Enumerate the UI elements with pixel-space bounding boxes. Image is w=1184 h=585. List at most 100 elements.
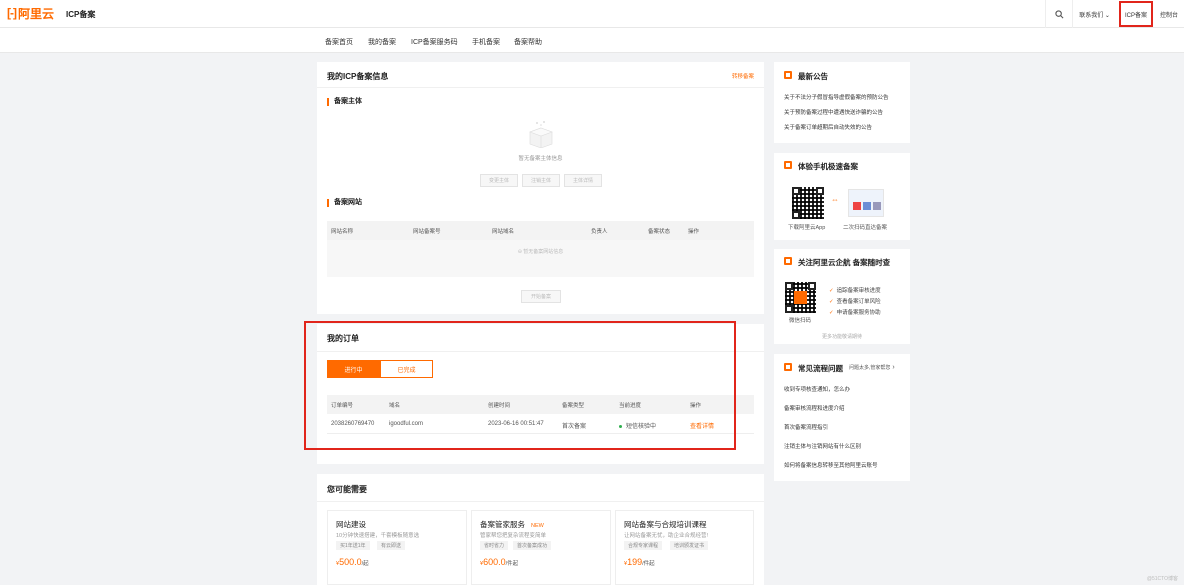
contact-us-label: 联系我们: [1079, 12, 1104, 19]
price-value: 500.0: [339, 557, 362, 567]
col-action: 操作: [688, 229, 700, 235]
site-table-empty: ⊖ 暂无备案网站信息: [327, 240, 754, 277]
rec-title: 网站备案与合规培训课程: [624, 520, 707, 529]
rec-item-course[interactable]: 网站备案与合规培训课程 让网站备案无忧，助企业合规经营! 合规专家课程 培训颁发…: [615, 510, 754, 585]
rec-tag: 有云即送: [377, 541, 406, 550]
phone-screen-image: [848, 189, 884, 217]
feature-text: 查看备案订单风险: [836, 299, 881, 305]
site-title: ICP备案: [66, 10, 96, 19]
qr-corner: [792, 211, 800, 219]
faq-icon: [784, 363, 792, 371]
notice-link[interactable]: 关于预防备案过程中遭遇快送诈骗的公告: [784, 108, 883, 116]
contact-us-dropdown[interactable]: 联系我们 ⌄: [1073, 10, 1116, 19]
notice-link[interactable]: 关于备案订单超期后自动失效的公告: [784, 123, 872, 131]
new-badge: NEW: [531, 523, 544, 529]
rec-item-butler[interactable]: 备案管家服务 NEW 管家帮您把复杂流程变简单 省时省力 首次备案成功 ¥600.…: [471, 510, 611, 585]
cancel-subject-button[interactable]: 注销主体: [522, 174, 560, 187]
site-section-label: 备案网站: [327, 199, 362, 207]
sub-nav: 备案首页 我的备案 ICP备案服务码 手机备案 备案帮助: [0, 28, 1184, 53]
rec-tag: 培训颁发证书: [670, 541, 709, 550]
subnav-help[interactable]: 备案帮助: [514, 37, 542, 47]
price-value: 600.0: [483, 557, 506, 567]
faq-link[interactable]: 备案审核流程和进度介绍: [784, 404, 845, 412]
subnav-service-code[interactable]: ICP备案服务码: [411, 37, 458, 47]
feature-text: 申请备案服务协助: [836, 310, 881, 316]
icp-info-title: 我的ICP备案信息: [327, 72, 389, 81]
col-owner: 负责人: [591, 229, 608, 235]
qr-corner: [785, 282, 793, 290]
faq-card: 常见流程问题 问题太多,管家帮您 › 收到专项核查通知，怎么办 备案审核流程和进…: [774, 354, 910, 481]
follow-title: 关注阿里云企航 备案随时查: [798, 258, 891, 267]
top-right-nav: 联系我们 ⌄ ICP备案 控制台: [1045, 0, 1184, 28]
screen-block: [853, 202, 861, 210]
rec-tag: 合规专家课程: [624, 541, 663, 550]
aliyun-logo[interactable]: [-] 阿里云: [7, 6, 54, 21]
site-table-header: 网站名称 网站备案号 网站域名 负责人 备案状态 操作: [327, 221, 754, 240]
col-status: 备案状态: [648, 229, 671, 235]
qr-logo: [794, 291, 807, 304]
subnav-mobile[interactable]: 手机备案: [472, 37, 500, 47]
check-icon: ✓: [829, 299, 834, 305]
divider: [317, 501, 764, 502]
faq-link[interactable]: 收到专项核查通知，怎么办: [784, 385, 850, 393]
icp-filing-label: ICP备案: [1124, 12, 1147, 19]
rec-item-website[interactable]: 网站建设 10分钟快速搭建，千套模板随意选 买1年送1年 有云即送 ¥500.0…: [327, 510, 467, 585]
rec-price: ¥600.0/件起: [480, 557, 518, 567]
console-link[interactable]: 控制台: [1156, 10, 1184, 19]
subnav-home[interactable]: 备案首页: [325, 37, 353, 47]
qr-corner: [816, 187, 824, 195]
chevron-down-icon: ⌄: [1103, 12, 1110, 19]
recommend-title: 您可能需要: [327, 485, 367, 494]
screen-block: [873, 202, 881, 210]
start-filing-button[interactable]: 开始备案: [521, 290, 561, 303]
faq-title: 常见流程问题: [798, 364, 843, 373]
faq-more-link[interactable]: 问题太多,管家帮您 ›: [849, 364, 895, 371]
transfer-filing-link[interactable]: 转移备案: [732, 72, 754, 80]
price-unit: /件起: [505, 561, 519, 567]
price-unit: /件起: [642, 561, 655, 567]
phone-icon: [784, 161, 792, 169]
faq-more-text: 问题太多,管家帮您: [849, 365, 891, 371]
notice-title: 最新公告: [798, 72, 828, 81]
rec-title: 备案管家服务 NEW: [480, 519, 544, 530]
notice-link[interactable]: 关于不法分子假冒指导虚假备案的预防公告: [784, 93, 889, 101]
faq-link[interactable]: 首次备案流程指引: [784, 423, 828, 431]
empty-site-text: 暂无备案网站信息: [523, 249, 564, 255]
rec-subtitle: 让网站备案无忧，助企业合规经营!: [624, 533, 709, 539]
rec-subtitle: 10分钟快速搭建，千套模板随意选: [336, 533, 420, 539]
divider: [317, 87, 764, 88]
rec-tag: 首次备案成功: [513, 541, 552, 550]
more-features-text: 更多功能敬请期待: [821, 334, 862, 340]
feature-text: 追踪备案审核进度: [836, 288, 881, 294]
search-icon: [1055, 9, 1064, 18]
wechat-icon: [784, 257, 792, 265]
mobile-card: 体验手机极速备案 ⇔ 下载阿里云App 二次扫码直达备案: [774, 153, 910, 240]
icp-filing-link[interactable]: ICP备案: [1118, 1, 1153, 27]
wechat-scan-caption: 微信扫码: [789, 318, 812, 324]
mobile-title: 体验手机极速备案: [798, 162, 858, 171]
rec-tag: 买1年送1年: [336, 541, 370, 550]
col-site-number: 网站备案号: [413, 229, 441, 235]
empty-subject-text: 暂无备案主体信息: [518, 156, 563, 162]
rec-title-text: 备案管家服务: [480, 520, 525, 529]
faq-link[interactable]: 注销主体与注销网站有什么区别: [784, 442, 861, 450]
aliyun-logo-icon: [-]: [7, 6, 17, 20]
subject-detail-button[interactable]: 主体详情: [564, 174, 602, 187]
feature-item: ✓ 申请备案服务协助: [829, 308, 881, 316]
notice-icon: [784, 71, 792, 79]
faq-link[interactable]: 如何将备案信息转移至其他阿里云账号: [784, 461, 878, 469]
qr-corner: [785, 305, 793, 313]
exchange-arrow-icon: ⇔: [831, 195, 839, 204]
highlight-box-orders: [304, 321, 736, 450]
price-unit: /起: [361, 561, 369, 567]
change-subject-button[interactable]: 变更主体: [480, 174, 518, 187]
search-button[interactable]: [1045, 0, 1074, 28]
empty-box-icon: [529, 121, 553, 148]
price-value: 199: [627, 557, 643, 567]
col-site-name: 网站名称: [331, 229, 354, 235]
subject-section-label: 备案主体: [327, 98, 362, 106]
rec-title: 网站建设: [336, 520, 366, 529]
scan-caption: 二次扫码直达备案: [843, 225, 888, 231]
subnav-my-filing[interactable]: 我的备案: [368, 37, 396, 47]
chevron-right-icon: ›: [890, 364, 895, 371]
